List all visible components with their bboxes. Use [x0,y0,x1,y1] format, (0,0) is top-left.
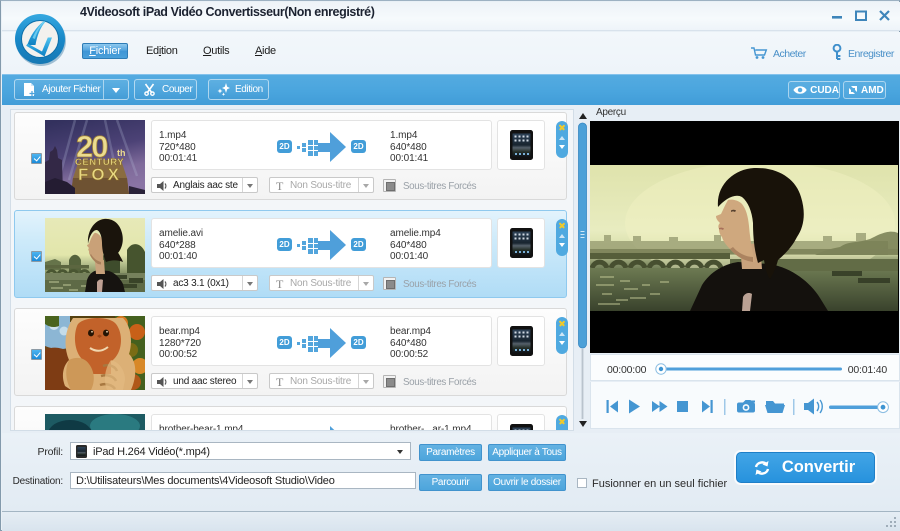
svg-text:FOX: FOX [78,165,122,184]
